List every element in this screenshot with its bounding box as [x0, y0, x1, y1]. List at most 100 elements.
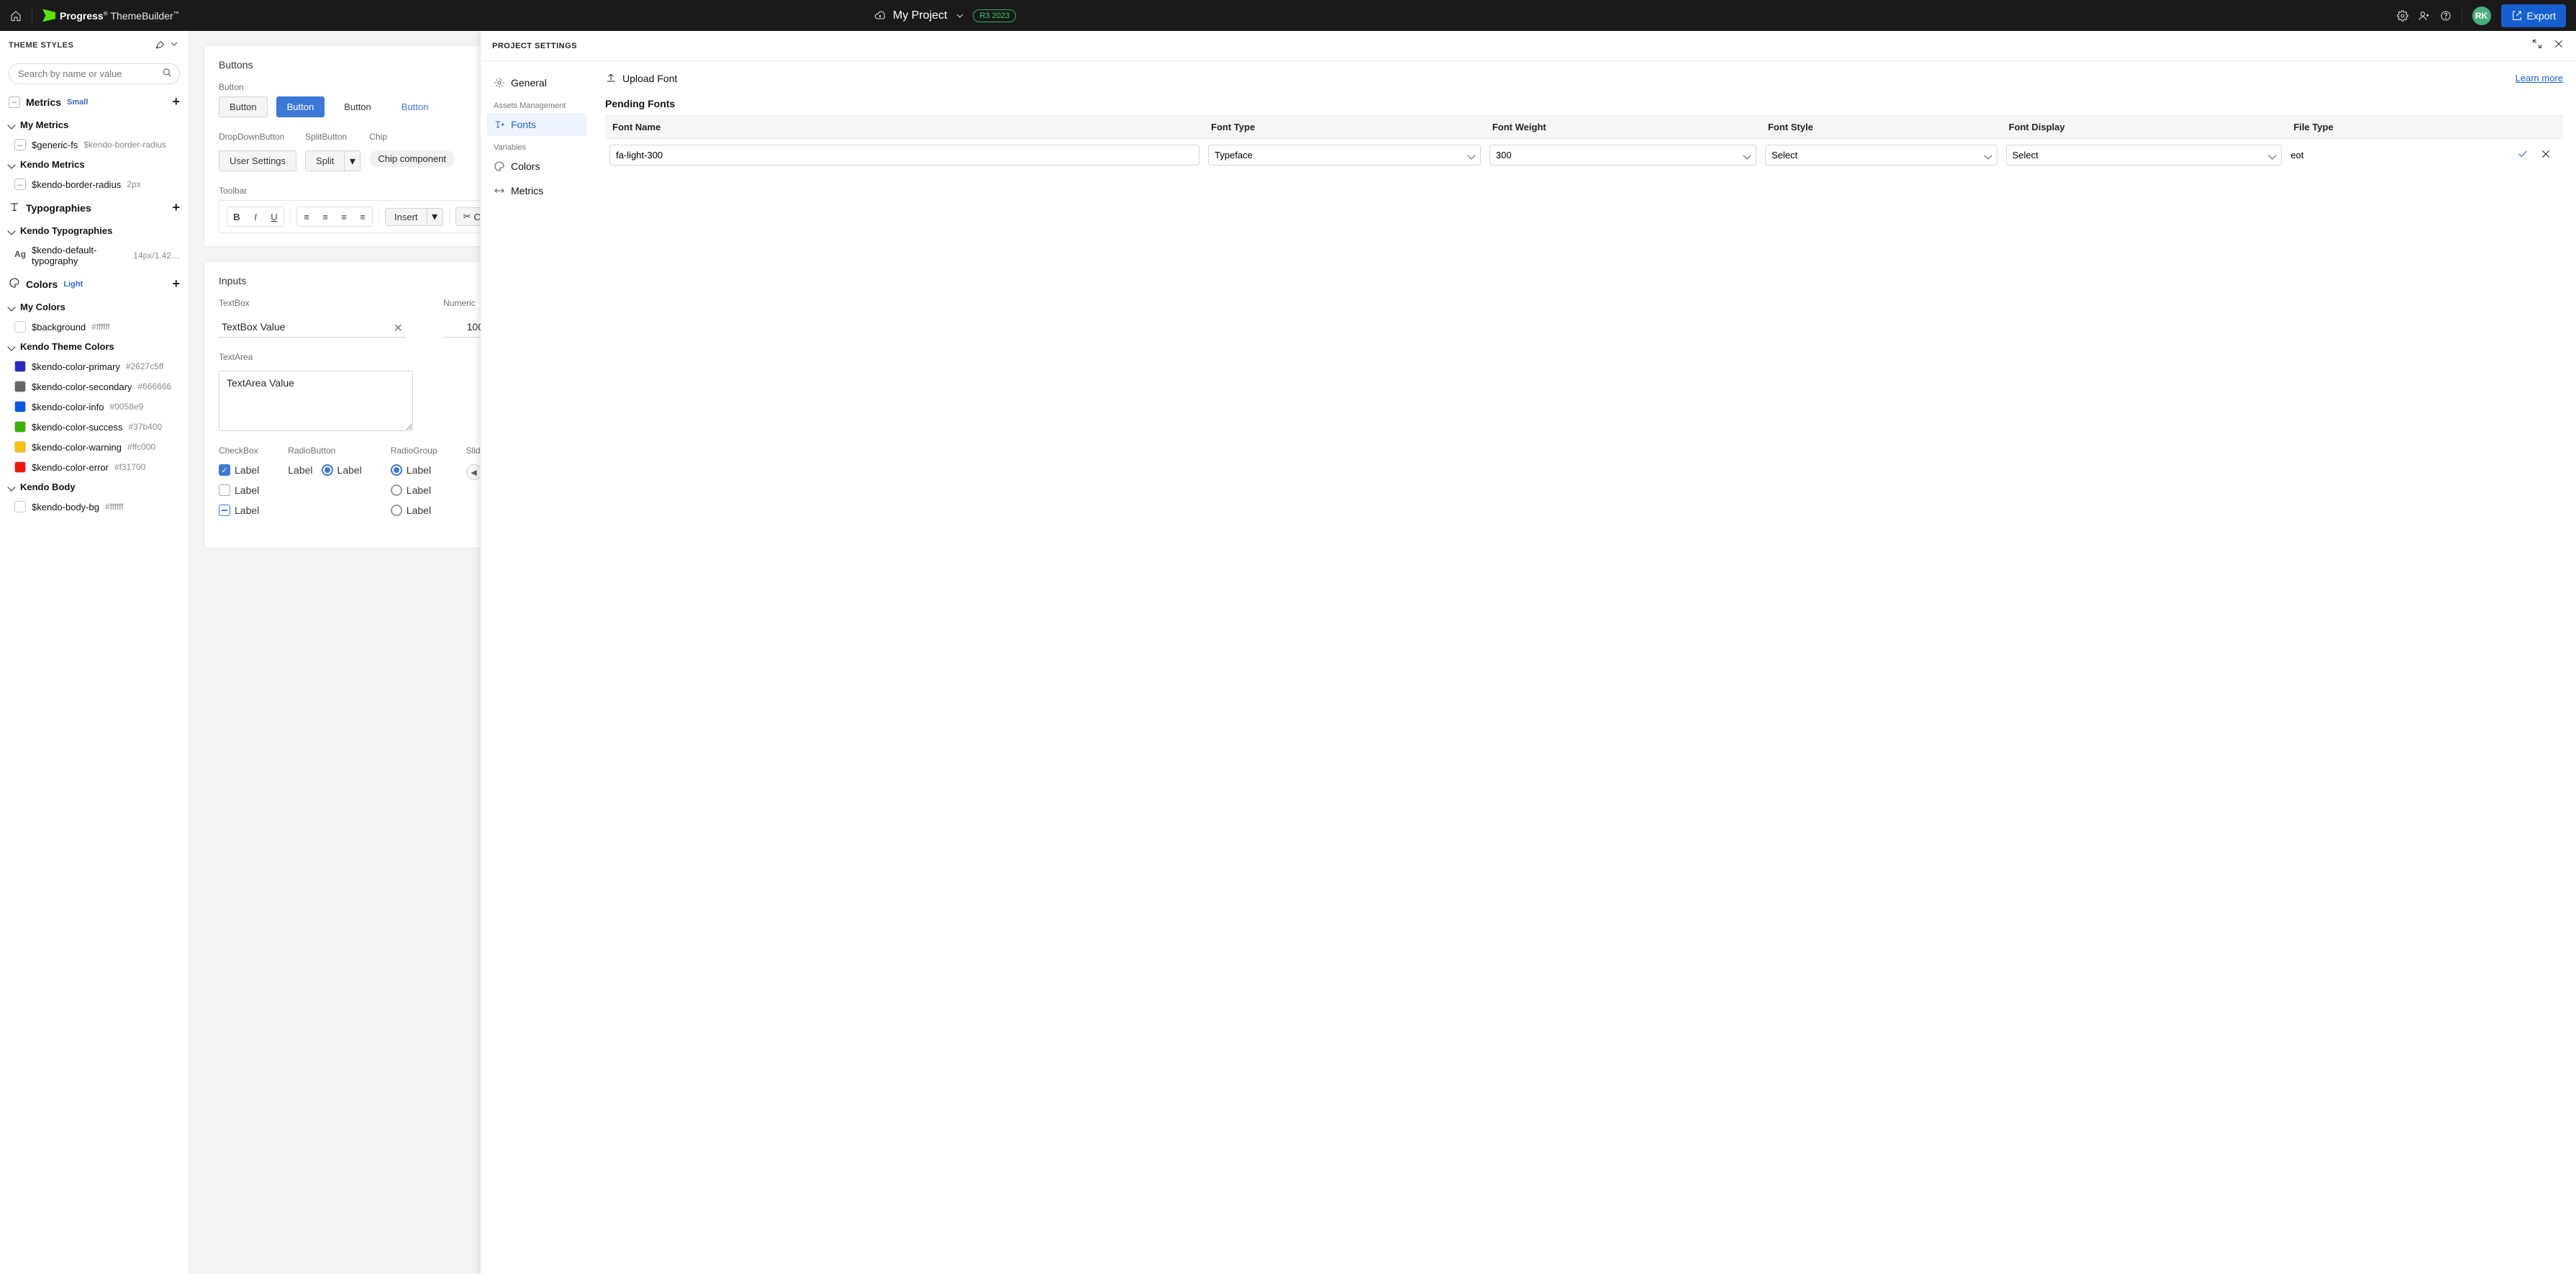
group-kendo-metrics[interactable]: Kendo Metrics [0, 155, 189, 174]
button-flat[interactable]: Button [333, 96, 382, 117]
radiogroup-label: RadioGroup [391, 446, 437, 456]
chevron-down-icon [1984, 151, 1992, 159]
metric-generic-fs[interactable]: ↔ $generic-fs $kendo-border-radius [0, 135, 189, 155]
group-kendo-body[interactable]: Kendo Body [0, 477, 189, 497]
add-user-icon[interactable] [2418, 10, 2430, 22]
group-my-metrics[interactable]: My Metrics [0, 115, 189, 135]
typography-default[interactable]: Ag $kendo-default-typography 14px/1.42… [0, 240, 189, 271]
search-input[interactable] [9, 63, 180, 84]
checkbox-indeterminate[interactable]: Label [219, 505, 259, 516]
chevron-down-icon[interactable] [168, 38, 180, 52]
upload-font-button[interactable]: Upload Font [622, 73, 677, 84]
split-button[interactable]: Split ▾ [305, 150, 360, 171]
col-type: Font Type [1204, 116, 1485, 139]
theme-color-item[interactable]: $kendo-color-primary#2627c5ff [0, 356, 189, 376]
remove-icon[interactable] [2540, 148, 2552, 162]
chevron-down-icon[interactable]: ▾ [427, 208, 443, 226]
textarea-input[interactable] [219, 371, 413, 431]
insert-button[interactable]: Insert [385, 208, 427, 226]
sidebar-item-metrics[interactable]: ↔ Metrics Small + [0, 89, 189, 115]
col-style: Font Style [1761, 116, 2002, 139]
chevron-down-icon [1467, 151, 1475, 159]
color-background[interactable]: $background #ffffff [0, 317, 189, 337]
add-icon[interactable]: + [172, 276, 180, 292]
group-kendo-typographies[interactable]: Kendo Typographies [0, 221, 189, 240]
radio-unselected[interactable]: Label [288, 464, 312, 476]
metrics-badge: Small [67, 98, 88, 107]
sidebar-item-colors[interactable]: Colors Light + [0, 271, 189, 297]
slider-decrement[interactable]: ◀ [466, 464, 482, 480]
numeric-input[interactable] [443, 317, 486, 338]
ag-icon: Ag [14, 249, 26, 262]
home-icon[interactable] [10, 10, 22, 22]
upload-icon[interactable] [605, 71, 617, 85]
group-kendo-theme-colors[interactable]: Kendo Theme Colors [0, 337, 189, 356]
add-icon[interactable]: + [172, 94, 180, 109]
nav-metrics[interactable]: Metrics [486, 179, 586, 202]
theme-color-item[interactable]: $kendo-color-warning#ffc000 [0, 437, 189, 457]
project-dropdown-icon[interactable] [954, 10, 966, 22]
version-badge: R3 2023 [973, 9, 1016, 22]
type-icon [9, 201, 20, 214]
dropdown-button[interactable]: User Settings [219, 150, 296, 171]
export-label: Export [2527, 10, 2556, 22]
button-default[interactable]: Button [219, 96, 268, 117]
radio-selected[interactable]: Label [322, 464, 362, 476]
panel-content: Upload Font Learn more Pending Fonts Fon… [592, 61, 2576, 1274]
palette-icon [9, 277, 20, 291]
button-link[interactable]: Button [391, 96, 440, 117]
paint-bucket-icon[interactable] [154, 38, 165, 52]
checkbox-checked[interactable]: ✓Label [219, 464, 259, 476]
unit-icon: ↔ [14, 179, 26, 190]
metrics-label: Metrics [26, 96, 61, 108]
color-body-bg[interactable]: $kendo-body-bg #ffffff [0, 497, 189, 517]
close-icon[interactable] [2553, 38, 2564, 53]
numeric-label: Numeric [443, 298, 486, 308]
chevron-down-icon[interactable]: ▾ [345, 150, 360, 171]
bold-button[interactable]: B [227, 207, 246, 226]
project-name: My Project [893, 9, 948, 22]
split-main[interactable]: Split [305, 150, 345, 171]
swatch [14, 381, 26, 392]
group-my-colors[interactable]: My Colors [0, 297, 189, 317]
theme-color-item[interactable]: $kendo-color-error#f31700 [0, 457, 189, 477]
add-icon[interactable]: + [172, 200, 180, 215]
underline-button[interactable]: U [265, 207, 284, 226]
align-right-button[interactable]: ≡ [335, 207, 353, 226]
search-icon[interactable] [161, 66, 173, 81]
checkbox-unchecked[interactable]: Label [219, 484, 259, 496]
expand-icon[interactable] [2531, 38, 2543, 53]
font-display-select[interactable]: Select [2006, 145, 2282, 166]
radiobutton-label: RadioButton [288, 446, 362, 456]
theme-color-item[interactable]: $kendo-color-secondary#666666 [0, 376, 189, 397]
confirm-icon[interactable] [2517, 148, 2529, 162]
export-button[interactable]: Export [2501, 4, 2566, 27]
swatch [14, 421, 26, 433]
textbox-input[interactable] [219, 317, 406, 338]
nav-fonts[interactable]: Fonts [486, 113, 586, 136]
radiogroup-item[interactable]: Label [391, 505, 437, 516]
avatar[interactable]: RK [2472, 6, 2491, 25]
align-left-button[interactable]: ≡ [297, 207, 316, 226]
help-icon[interactable] [2440, 10, 2452, 22]
metric-kendo-border-radius[interactable]: ↔ $kendo-border-radius 2px [0, 174, 189, 194]
font-weight-select[interactable]: 300 [1489, 145, 1756, 166]
radiogroup-item[interactable]: Label [391, 484, 437, 496]
align-center-button[interactable]: ≡ [316, 207, 335, 226]
font-style-select[interactable]: Select [1765, 145, 1997, 166]
font-name-input[interactable] [609, 145, 1199, 166]
theme-color-item[interactable]: $kendo-color-success#37b400 [0, 417, 189, 437]
radiogroup-item[interactable]: Label [391, 464, 437, 476]
gear-icon[interactable] [2397, 10, 2408, 22]
chip[interactable]: Chip component [369, 150, 455, 167]
clear-icon[interactable]: ✕ [394, 321, 403, 335]
nav-general[interactable]: General [486, 71, 586, 94]
italic-button[interactable]: I [246, 207, 265, 226]
learn-more-link[interactable]: Learn more [2516, 73, 2563, 83]
align-justify-button[interactable]: ≡ [353, 207, 372, 226]
theme-color-item[interactable]: $kendo-color-info#0058e9 [0, 397, 189, 417]
nav-colors[interactable]: Colors [486, 155, 586, 178]
sidebar-item-typographies[interactable]: Typographies + [0, 194, 189, 221]
font-type-select[interactable]: Typeface [1208, 145, 1481, 166]
button-primary[interactable]: Button [276, 96, 325, 117]
